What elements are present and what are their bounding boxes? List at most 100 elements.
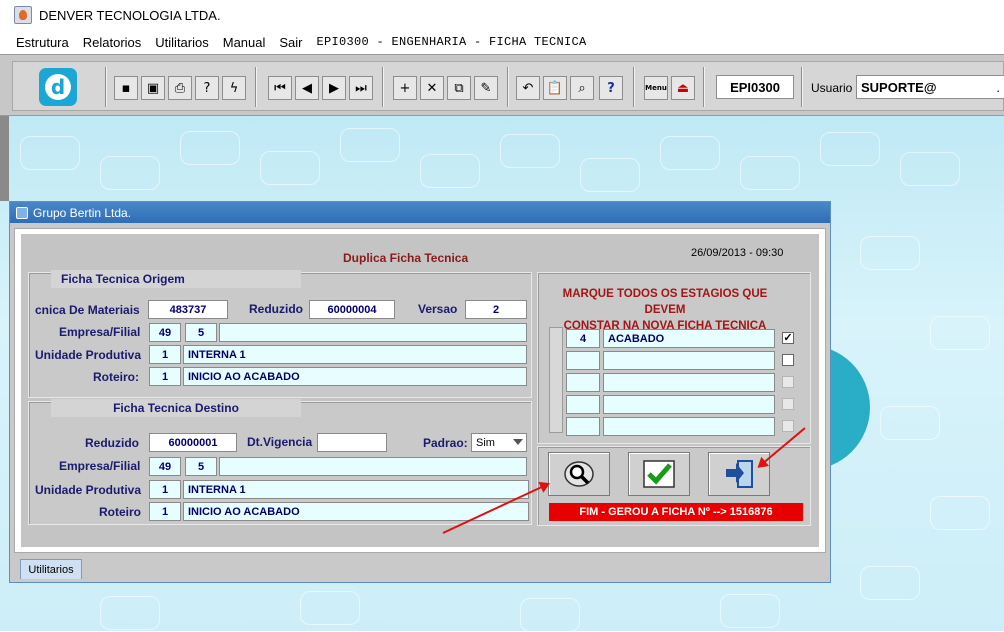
- estagios-scrollbar[interactable]: [549, 327, 563, 433]
- estagio-code[interactable]: [566, 373, 600, 392]
- reduzido-origem-field[interactable]: 60000004: [309, 300, 395, 319]
- help-icon[interactable]: ?: [599, 76, 623, 100]
- estagio-code[interactable]: 4: [566, 329, 600, 348]
- estagio-code[interactable]: [566, 351, 600, 370]
- edit-record-icon[interactable]: ✎: [474, 76, 498, 100]
- previous-record-icon[interactable]: ◀: [295, 76, 319, 100]
- menu-estrutura[interactable]: Estrutura: [16, 35, 69, 50]
- filial-destino-field[interactable]: 5: [185, 457, 217, 476]
- roteiro-origem-field[interactable]: 1: [149, 367, 181, 386]
- form-caption: EPI0300 - ENGENHARIA - FICHA TECNICA: [316, 35, 587, 49]
- estagio-checkbox[interactable]: [782, 354, 794, 366]
- empresa-origem-label: Empresa/Filial: [59, 325, 141, 339]
- undo-icon[interactable]: ↶: [516, 76, 540, 100]
- padrao-value: Sim: [476, 436, 495, 449]
- next-record-icon[interactable]: ▶: [322, 76, 346, 100]
- vigencia-label: Dt.Vigencia: [247, 435, 313, 449]
- user-label: Usuario: [811, 81, 853, 95]
- origem-title: Ficha Tecnica Origem: [51, 270, 301, 288]
- unidade-origem-field[interactable]: 1: [149, 345, 181, 364]
- exit-icon[interactable]: ⏏: [671, 76, 695, 100]
- menu-utilitarios[interactable]: Utilitarios: [155, 35, 208, 50]
- magnifier-icon: [564, 461, 594, 487]
- empresa-destino-field[interactable]: 49: [149, 457, 181, 476]
- execute-query-icon[interactable]: ϟ: [222, 76, 246, 100]
- empresa-origem-desc: [219, 323, 527, 342]
- roteiro-destino-label: Roteiro: [99, 505, 141, 519]
- insert-record-icon[interactable]: +: [393, 76, 417, 100]
- user-field: SUPORTE@ .: [856, 75, 1004, 99]
- delete-record-icon[interactable]: ✕: [420, 76, 444, 100]
- vigencia-field[interactable]: [317, 433, 387, 452]
- toolbar-separator: [382, 67, 384, 107]
- unidade-destino-field[interactable]: 1: [149, 480, 181, 499]
- form-datetime: 26/09/2013 - 09:30: [691, 247, 784, 259]
- menu-manual[interactable]: Manual: [223, 35, 266, 50]
- last-record-icon[interactable]: ⏭: [349, 76, 373, 100]
- menu-relatorios[interactable]: Relatorios: [83, 35, 142, 50]
- window-icon[interactable]: ▣: [141, 76, 165, 100]
- empresa-origem-field[interactable]: 49: [149, 323, 181, 342]
- tab-utilitarios[interactable]: Utilitarios: [20, 559, 82, 579]
- search-icon[interactable]: ⌕: [570, 76, 594, 100]
- toolbar: d ▪ ▣ ⎙ ? ϟ ⏮ ◀ ▶ ⏭ + ✕ ⧉ ✎ ↶ 📋 ⌕ ? Menu…: [12, 61, 1004, 111]
- estagio-checkbox[interactable]: [782, 398, 794, 410]
- padrao-label: Padrao:: [423, 436, 468, 450]
- menu-icon[interactable]: Menu: [644, 76, 668, 100]
- user-value: SUPORTE@: [861, 79, 937, 95]
- inner-window-titlebar[interactable]: Grupo Bertin Ltda.: [10, 202, 830, 223]
- duplicate-record-icon[interactable]: ⧉: [447, 76, 471, 100]
- toolbar-separator: [633, 67, 635, 107]
- clipboard-icon[interactable]: 📋: [543, 76, 567, 100]
- roteiro-destino-field[interactable]: 1: [149, 502, 181, 521]
- window-icon: [16, 206, 28, 219]
- estagio-checkbox-checked[interactable]: ✓: [782, 332, 794, 344]
- unidade-destino-desc: INTERNA 1: [183, 480, 529, 499]
- estagio-checkbox[interactable]: [782, 420, 794, 432]
- toolbar-area: d ▪ ▣ ⎙ ? ϟ ⏮ ◀ ▶ ⏭ + ✕ ⧉ ✎ ↶ 📋 ⌕ ? Menu…: [0, 54, 1004, 116]
- confirm-button[interactable]: [628, 452, 690, 496]
- window-title: DENVER TECNOLOGIA LTDA.: [39, 7, 221, 23]
- status-message: FIM - GEROU A FICHA Nº --> 1516876: [549, 503, 803, 521]
- left-edge-bar: [0, 116, 9, 201]
- search-button[interactable]: [548, 452, 610, 496]
- toolbar-separator: [105, 67, 107, 107]
- user-suffix: .: [996, 79, 1000, 95]
- menu-bar: Estrutura Relatorios Utilitarios Manual …: [0, 30, 1004, 54]
- estagio-desc: [603, 417, 775, 436]
- reduzido-destino-field[interactable]: 60000001: [149, 433, 237, 452]
- estagio-desc: [603, 373, 775, 392]
- save-icon[interactable]: ▪: [114, 76, 138, 100]
- print-icon[interactable]: ⎙: [168, 76, 192, 100]
- empresa-destino-desc: [219, 457, 527, 476]
- versao-label: Versao: [418, 302, 458, 316]
- unidade-destino-label: Unidade Produtiva: [35, 483, 142, 497]
- inner-window-body: Duplica Ficha Tecnica 26/09/2013 - 09:30…: [14, 228, 826, 553]
- estagio-desc: ACABADO: [603, 329, 775, 348]
- menu-sair[interactable]: Sair: [279, 35, 302, 50]
- filial-origem-field[interactable]: 5: [185, 323, 217, 342]
- toolbar-separator: [507, 67, 509, 107]
- duplica-form: Duplica Ficha Tecnica 26/09/2013 - 09:30…: [21, 234, 819, 547]
- first-record-icon[interactable]: ⏮: [268, 76, 292, 100]
- inner-window-title: Grupo Bertin Ltda.: [33, 205, 132, 220]
- versao-field[interactable]: 2: [465, 300, 527, 319]
- destino-title: Ficha Tecnica Destino: [51, 399, 301, 417]
- estagio-desc: [603, 351, 775, 370]
- roteiro-origem-label: Roteiro:: [93, 370, 139, 384]
- chevron-down-icon: [513, 439, 523, 445]
- toolbar-separator: [801, 67, 803, 107]
- estagio-code[interactable]: [566, 395, 600, 414]
- reduzido-origem-label: Reduzido: [249, 302, 303, 316]
- materiais-field[interactable]: 483737: [148, 300, 228, 319]
- estagio-code[interactable]: [566, 417, 600, 436]
- estagio-checkbox[interactable]: [782, 376, 794, 388]
- java-app-icon: [14, 6, 32, 24]
- instruction-line-1: MARQUE TODOS OS ESTAGIOS QUE DEVEM: [562, 288, 768, 316]
- reduzido-destino-label: Reduzido: [85, 436, 139, 450]
- padrao-select[interactable]: Sim: [471, 433, 527, 452]
- denver-logo: d: [39, 68, 77, 106]
- help-query-icon[interactable]: ?: [195, 76, 219, 100]
- title-bar: DENVER TECNOLOGIA LTDA.: [0, 0, 1004, 30]
- estagio-desc: [603, 395, 775, 414]
